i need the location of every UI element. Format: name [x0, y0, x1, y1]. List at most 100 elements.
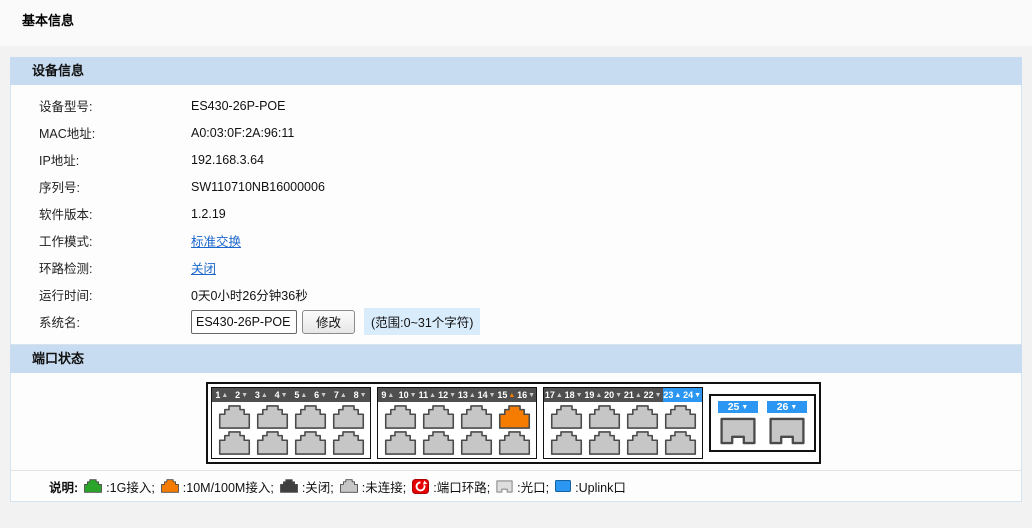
down-arrow-icon: ▼ [410, 392, 417, 399]
info-label-mac: MAC地址: [39, 123, 191, 142]
port-number: 3 [255, 391, 260, 400]
info-label-uptime: 运行时间: [39, 285, 191, 304]
port-5-header: 5▲ [291, 388, 311, 402]
info-value-ip: 192.168.3.64 [191, 153, 264, 167]
port-number: 19 [584, 391, 594, 400]
port-9-header: 9▲ [378, 388, 398, 402]
port-6-header: 6▼ [311, 388, 331, 402]
info-row-serial: 序列号:SW110710NB16000006 [11, 173, 1021, 200]
down-arrow-icon: ▼ [449, 392, 456, 399]
port-24-header: 24▼ [682, 388, 702, 402]
port-13-rj45-icon [460, 405, 493, 429]
down-arrow-icon: ▼ [790, 404, 797, 411]
port-number: 21 [624, 391, 634, 400]
legend-rj45-1g-icon [84, 479, 102, 493]
up-arrow-icon: ▲ [595, 392, 602, 399]
port-24-rj45-icon [664, 431, 697, 455]
port-26-header: 26▼ [767, 401, 807, 413]
port-group-3: 17▲18▼19▲20▼21▲22▼23▲24▼ [543, 387, 703, 459]
info-row-loop-detect: 环路检测:关闭 [11, 254, 1021, 281]
info-value-firmware: 1.2.19 [191, 207, 226, 221]
port-number: 22 [644, 391, 654, 400]
info-label-loop-detect: 环路检测: [39, 258, 191, 277]
port-number: 12 [438, 391, 448, 400]
port-number: 18 [565, 391, 575, 400]
port-22-header: 22▼ [643, 388, 663, 402]
up-arrow-icon: ▲ [556, 392, 563, 399]
port-4-rj45-icon [256, 431, 289, 455]
port-number: 7 [334, 391, 339, 400]
legend-text: :Uplink口 [575, 477, 626, 496]
down-arrow-icon: ▼ [241, 392, 248, 399]
down-arrow-icon: ▼ [615, 392, 622, 399]
legend-text: :未连接; [362, 477, 406, 496]
port-group-2: 9▲10▼11▲12▼13▲14▼15▲16▼ [377, 387, 537, 459]
port-number: 23 [663, 391, 673, 400]
port-number: 25 [728, 402, 740, 413]
port-8-header: 8▼ [350, 388, 370, 402]
port-12-rj45-icon [422, 431, 455, 455]
port-group-1: 1▲2▼3▲4▼5▲6▼7▲8▼ [211, 387, 371, 459]
port-7-header: 7▲ [331, 388, 351, 402]
port-number: 17 [545, 391, 555, 400]
info-value-model: ES430-26P-POE [191, 99, 286, 113]
port-25-sfp-icon [719, 417, 757, 445]
port-status-section: 端口状态 1▲2▼3▲4▼5▲6▼7▲8▼9▲10▼11▲12▼13▲14▼15… [10, 345, 1022, 502]
down-arrow-icon: ▼ [741, 404, 748, 411]
loop-detect-link[interactable]: 关闭 [191, 258, 216, 277]
down-arrow-icon: ▼ [694, 392, 701, 399]
port-number: 26 [777, 402, 789, 413]
port-15-header: 15▲ [497, 388, 517, 402]
device-info-body: 设备型号:ES430-26P-POEMAC地址:A0:03:0F:2A:96:1… [10, 85, 1022, 345]
legend-text: :关闭; [302, 477, 334, 496]
up-arrow-icon: ▲ [261, 392, 268, 399]
legend-item-4: :端口环路; [412, 477, 490, 496]
system-name-hint: (范围:0~31个字符) [364, 308, 480, 335]
port-23-header: 23▲ [663, 388, 683, 402]
info-row-model: 设备型号:ES430-26P-POE [11, 92, 1021, 119]
legend-item-0: :1G接入; [84, 477, 155, 496]
down-arrow-icon: ▼ [489, 392, 496, 399]
port-legend: 说明: :1G接入;:10M/100M接入;:关闭;:未连接;:端口环路;:光口… [11, 470, 1021, 501]
up-arrow-icon: ▲ [387, 392, 394, 399]
port-number: 15 [497, 391, 507, 400]
page-title: 基本信息 [22, 13, 74, 28]
title-strip: 基本信息 [0, 0, 1032, 46]
port-17-header: 17▲ [544, 388, 564, 402]
info-label-work-mode: 工作模式: [39, 231, 191, 250]
info-row-firmware: 软件版本:1.2.19 [11, 200, 1021, 227]
work-mode-link[interactable]: 标准交换 [191, 231, 241, 250]
system-name-input[interactable] [191, 310, 297, 334]
legend-rj45-off-icon [280, 479, 298, 493]
down-arrow-icon: ▼ [576, 392, 583, 399]
legend-item-3: :未连接; [340, 477, 406, 496]
legend-text: :1G接入; [106, 477, 155, 496]
port-14-rj45-icon [460, 431, 493, 455]
modify-button[interactable]: 修改 [302, 310, 355, 334]
port-status-section-header: 端口状态 [10, 345, 1022, 373]
legend-text: :光口; [517, 477, 549, 496]
port-2-rj45-icon [218, 431, 251, 455]
info-label-sysname: 系统名: [39, 312, 191, 331]
port-2-header: 2▼ [232, 388, 252, 402]
port-number: 6 [314, 391, 319, 400]
port-11-header: 11▲ [418, 388, 438, 402]
port-group-grid [544, 402, 702, 458]
up-arrow-icon: ▲ [221, 392, 228, 399]
info-row-mac: MAC地址:A0:03:0F:2A:96:11 [11, 119, 1021, 146]
port-18-header: 18▼ [564, 388, 584, 402]
port-number: 20 [604, 391, 614, 400]
port-21-rj45-icon [626, 405, 659, 429]
info-value-serial: SW110710NB16000006 [191, 180, 325, 194]
port-3-rj45-icon [256, 405, 289, 429]
port-26-column: 26▼ [767, 401, 807, 445]
port-3-header: 3▲ [252, 388, 272, 402]
port-group-header: 17▲18▼19▲20▼21▲22▼23▲24▼ [544, 388, 702, 402]
port-status-body: 1▲2▼3▲4▼5▲6▼7▲8▼9▲10▼11▲12▼13▲14▼15▲16▼1… [10, 373, 1022, 502]
device-info-section: 设备信息 设备型号:ES430-26P-POEMAC地址:A0:03:0F:2A… [10, 57, 1022, 345]
down-arrow-icon: ▼ [360, 392, 367, 399]
down-arrow-icon: ▼ [320, 392, 327, 399]
switch-port-panel: 1▲2▼3▲4▼5▲6▼7▲8▼9▲10▼11▲12▼13▲14▼15▲16▼1… [206, 382, 821, 464]
port-number: 11 [419, 391, 429, 400]
port-1-rj45-icon [218, 405, 251, 429]
